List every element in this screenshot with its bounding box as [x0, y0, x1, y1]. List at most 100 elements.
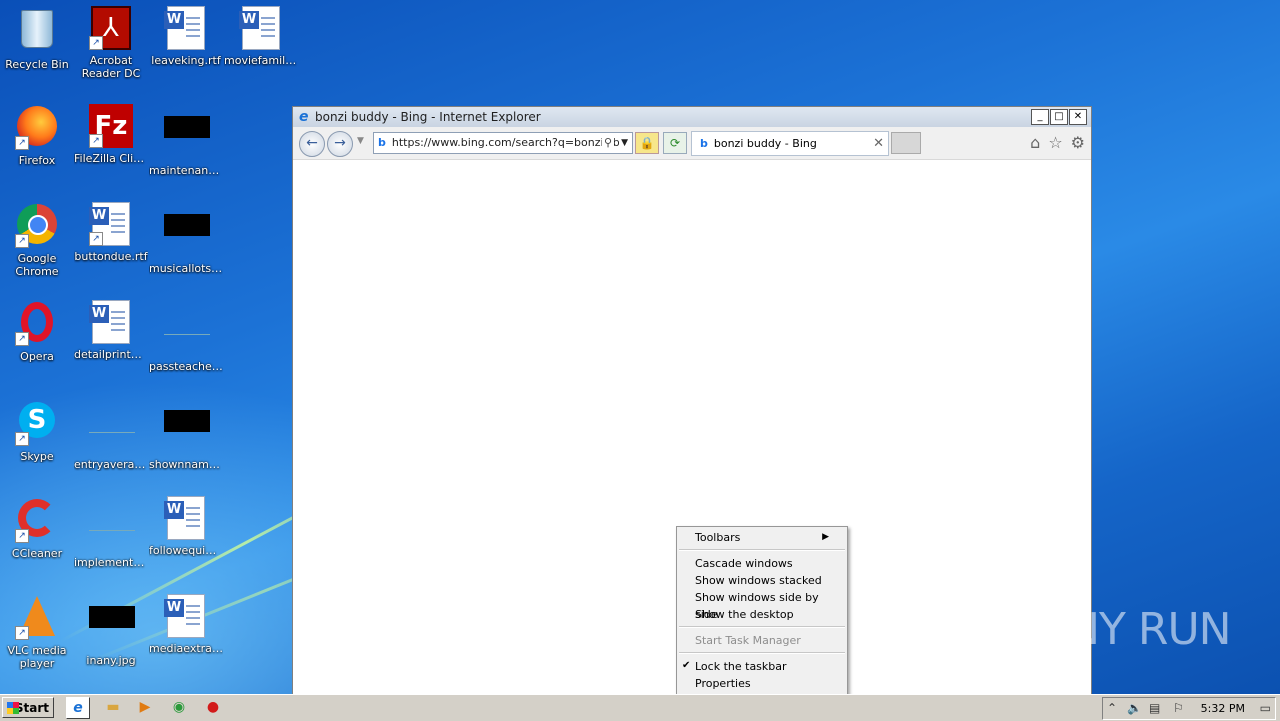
recycle-bin-icon [15, 10, 59, 54]
minimize-button[interactable]: _ [1031, 109, 1049, 125]
desktop-icon-vlc[interactable]: ↗ VLC media player [0, 594, 74, 670]
taskbar-internet-explorer[interactable]: e [66, 697, 90, 719]
show-hidden-icons-icon[interactable]: ⌃ [1107, 698, 1117, 719]
menu-item-label: Lock the taskbar [695, 660, 787, 673]
media-player-icon: ▶ [139, 699, 151, 715]
menu-item-show-windows-side-by-side[interactable]: Show windows side by side [695, 589, 835, 621]
menu-item-cascade-windows[interactable]: Cascade windows [695, 555, 835, 572]
desktop-icon-followequip[interactable]: W followequip.... [149, 496, 223, 557]
menu-item-toolbars[interactable]: Toolbars ▶ [695, 529, 835, 546]
refresh-button[interactable]: ⟳ [663, 132, 687, 154]
desktop-icon-google-chrome[interactable]: ↗ Google Chrome [0, 202, 74, 278]
desktop-icon-recycle-bin[interactable]: Recycle Bin [0, 6, 74, 71]
ie-icon: e [73, 700, 83, 716]
desktop-icon-filezilla[interactable]: Fz ↗ FileZilla Client [74, 104, 148, 165]
word-document-icon: W ↗ [89, 202, 133, 246]
icon-label: FileZilla Client [74, 152, 148, 165]
icon-label: Firefox [18, 154, 56, 167]
search-icon[interactable]: ⚲ [601, 133, 614, 153]
icon-label: maintenanc... [149, 164, 223, 177]
address-dropdown-icon[interactable]: ▼ [619, 133, 630, 153]
taskbar-chrome[interactable]: ◉ [168, 697, 190, 717]
close-button[interactable]: ✕ [1069, 109, 1087, 125]
icon-label: VLC media player [7, 644, 67, 670]
tab-label: bonzi buddy - Bing [713, 137, 817, 150]
chrome-icon: ◉ [172, 699, 186, 715]
blank-file-icon [89, 410, 135, 454]
icon-label: inany.jpg [86, 654, 136, 667]
maximize-button[interactable]: □ [1050, 109, 1068, 125]
icon-label: Opera [20, 350, 54, 363]
desktop-icon-moviefamily[interactable]: W moviefamily.... [224, 6, 298, 67]
desktop-icon-opera[interactable]: ↗ Opera [0, 300, 74, 363]
settings-icon[interactable]: ⚙ [1071, 133, 1085, 152]
desktop-icon-musicallots-jpg[interactable]: musicallots.jpg [149, 202, 223, 275]
menu-item-properties[interactable]: Properties [695, 675, 835, 692]
forward-button[interactable]: → [327, 131, 353, 157]
desktop-icon-maintenanc[interactable]: maintenanc... [149, 104, 223, 177]
lock-icon[interactable]: 🔒 [635, 132, 659, 154]
desktop-icon-leaveking-rtf[interactable]: W leaveking.rtf [149, 6, 223, 67]
desktop-icon-acrobat-reader[interactable]: ⅄ ↗ Acrobat Reader DC [74, 6, 148, 80]
vlc-icon: ↗ [15, 596, 59, 640]
ccleaner-icon: ↗ [15, 499, 59, 543]
desktop-icon-buttondue-rtf[interactable]: W ↗ buttondue.rtf [74, 202, 148, 263]
desktop-icon-passteache[interactable]: passteache.... [149, 300, 223, 373]
icon-label: musicallots.jpg [149, 262, 223, 275]
acrobat-icon: ⅄ ↗ [89, 6, 133, 50]
window-titlebar[interactable]: e bonzi buddy - Bing - Internet Explorer… [293, 107, 1091, 127]
bing-favicon-icon: b [378, 136, 386, 149]
action-center-flag-icon[interactable]: ⚐ [1173, 698, 1184, 719]
tab-close-icon[interactable]: ✕ [873, 132, 884, 155]
taskbar-explorer[interactable]: ▬ [102, 697, 124, 717]
image-file-icon [164, 214, 210, 258]
favorites-icon[interactable]: ☆ [1048, 133, 1062, 152]
desktop-icon-detailprinter[interactable]: W detailprinter.... [74, 300, 148, 361]
desktop-icon-firefox[interactable]: ↗ Firefox [0, 104, 74, 167]
address-bar[interactable]: b https://www.bing.com/search?q=bonzi+b ⚲… [373, 132, 633, 154]
desktop-icon-entryavera[interactable]: entryavera.... [74, 398, 148, 471]
desktop-icon-inany-jpg[interactable]: inany.jpg [74, 594, 148, 667]
tab-bonzi-buddy-bing[interactable]: b bonzi buddy - Bing ✕ [691, 131, 889, 156]
taskbar[interactable]: Start e ▬ ▶ ◉ ● ⌃ 🔈 ▤ ⚐ 5:32 PM ▭ [0, 694, 1280, 721]
menu-item-show-the-desktop[interactable]: Show the desktop [695, 606, 835, 623]
firefox-icon: ↗ [15, 106, 59, 150]
menu-item-show-windows-stacked[interactable]: Show windows stacked [695, 572, 835, 589]
icon-label: implementa.... [74, 556, 148, 569]
icon-label: passteache.... [149, 360, 223, 373]
show-desktop-icon[interactable]: ▭ [1260, 698, 1271, 719]
desktop-icon-mediaextra-rtf[interactable]: W mediaextra.rtf [149, 594, 223, 655]
back-button[interactable]: ← [299, 131, 325, 157]
home-icon[interactable]: ⌂ [1030, 133, 1040, 152]
shortcut-arrow-icon: ↗ [89, 134, 103, 148]
taskbar-media-player[interactable]: ▶ [134, 697, 156, 717]
navigation-bar: ← → ▼ b https://www.bing.com/search?q=bon… [293, 127, 1091, 160]
menu-separator [679, 626, 845, 628]
shortcut-arrow-icon: ↗ [15, 626, 29, 640]
chrome-icon: ↗ [15, 204, 59, 248]
clock[interactable]: 5:32 PM [1201, 698, 1245, 719]
taskbar-opera[interactable]: ● [202, 697, 224, 717]
start-button[interactable]: Start [2, 697, 54, 718]
checkmark-icon: ✔ [682, 660, 691, 671]
shortcut-arrow-icon: ↗ [15, 332, 29, 346]
image-file-icon [89, 606, 135, 650]
menu-item-lock-the-taskbar[interactable]: Lock the taskbar [695, 658, 835, 675]
icon-label: leaveking.rtf [151, 54, 221, 67]
desktop-icon-skype[interactable]: S ↗ Skype [0, 398, 74, 463]
menu-separator [679, 652, 845, 654]
desktop-icon-ccleaner[interactable]: ↗ CCleaner [0, 496, 74, 560]
anyrun-watermark: ANY RUN [1038, 604, 1232, 655]
volume-icon[interactable]: 🔈 [1127, 698, 1142, 719]
word-document-icon: W [89, 300, 133, 344]
desktop-icon-implementa[interactable]: implementa.... [74, 496, 148, 569]
history-dropdown-icon[interactable]: ▼ [357, 136, 364, 146]
blank-file-icon [89, 508, 135, 552]
window-controls: _ □ ✕ [1031, 109, 1087, 125]
new-tab-button[interactable] [891, 132, 921, 154]
network-icon[interactable]: ▤ [1149, 698, 1160, 719]
submenu-arrow-icon: ▶ [822, 532, 829, 542]
icon-label: shownname.... [149, 458, 223, 471]
window-title: bonzi buddy - Bing - Internet Explorer [315, 110, 541, 124]
desktop-icon-shownname[interactable]: shownname.... [149, 398, 223, 471]
